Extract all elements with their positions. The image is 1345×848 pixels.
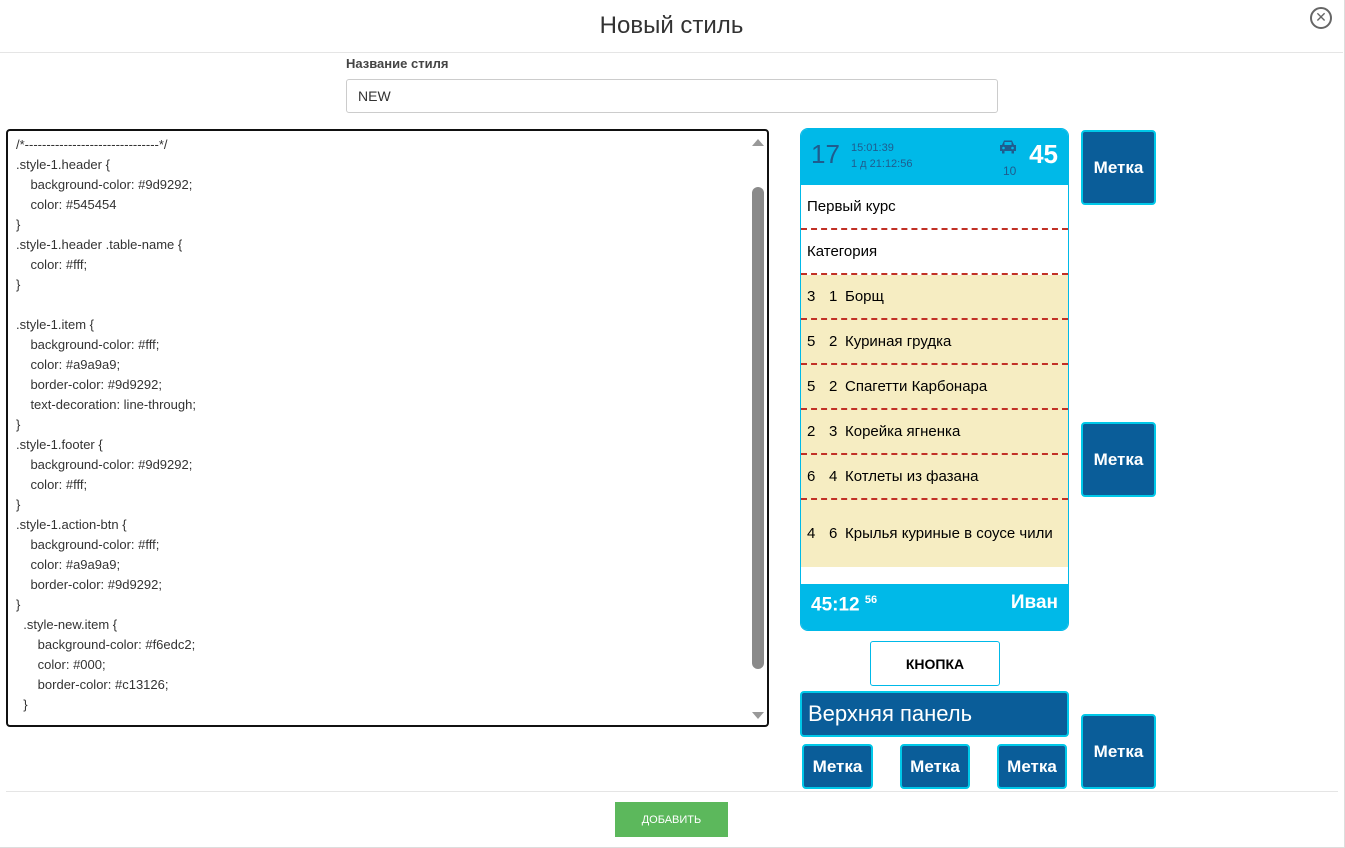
footer-divider [6,791,1338,792]
item-course: 6 [829,525,838,542]
tag-label[interactable]: Метка [1081,130,1156,205]
order-item[interactable]: 5 2 Куриная грудка [801,320,1068,365]
top-panel: Верхняя панель [800,691,1069,737]
item-name: Спагетти Карбонара [845,377,988,395]
add-button[interactable]: ДОБАВИТЬ [615,802,728,837]
car-icon [1000,140,1016,154]
tag-label[interactable]: Метка [802,744,873,789]
scroll-thumb[interactable] [752,187,764,669]
css-code-editor[interactable]: /*-----*/ /*----------------------------… [6,129,769,727]
item-course: 2 [829,333,838,350]
editor-scrollbar[interactable] [751,135,765,723]
scroll-up-icon[interactable] [752,139,764,146]
order-item[interactable]: 3 1 Борщ [801,275,1068,320]
category-label: Категория [807,242,878,260]
item-qty: 6 [807,468,816,485]
item-qty: 2 [807,423,816,440]
order-item[interactable]: 2 3 Корейка ягненка [801,410,1068,455]
item-course: 1 [829,288,838,305]
item-qty: 5 [807,333,816,350]
tag-label[interactable]: Метка [900,744,970,789]
footer-timer: 45:12 56 [811,594,877,616]
order-time: 15:01:39 [851,142,894,154]
item-name: Куриная грудка [845,332,952,350]
tag-label[interactable]: Метка [1081,422,1156,497]
scroll-down-icon[interactable] [752,712,764,719]
order-count: 45 [1029,139,1058,169]
css-code-text[interactable]: /*-----*/ /*----------------------------… [16,131,196,715]
modal-title: Новый стиль [599,12,744,39]
timer-seconds: 56 [864,594,878,606]
preview-button[interactable]: КНОПКА [870,641,1000,686]
tag-label[interactable]: Метка [1081,714,1156,789]
waiter-name: Иван [1010,592,1058,613]
table-number: 17 [811,139,840,169]
elapsed-time: 1 д 21:12:56 [851,158,913,170]
close-icon[interactable]: ✕ [1310,7,1332,29]
item-name: Борщ [845,287,884,305]
item-name: Крылья куриные в соусе чили [845,524,1053,542]
card-header: 17 15:01:39 1 д 21:12:56 10 45 [801,129,1068,185]
item-qty: 5 [807,378,816,395]
order-item[interactable]: 6 4 Котлеты из фазана [801,455,1068,500]
category-row: Категория [801,230,1068,275]
item-course: 4 [829,468,838,485]
item-name: Корейка ягненка [845,422,961,440]
item-qty: 3 [807,288,816,305]
card-footer: 45:12 56 Иван [801,584,1068,630]
modal-header: Новый стиль ✕ [0,0,1343,53]
car-count: 10 [1003,164,1017,178]
item-course: 2 [829,378,838,395]
order-item[interactable]: 5 2 Спагетти Карбонара [801,365,1068,410]
order-item[interactable]: 4 6 Крылья куриные в соусе чили [801,500,1068,567]
item-course: 3 [829,423,838,440]
course-row: Первый курс [801,185,1068,230]
card-body: Первый курс Категория 3 1 Борщ 5 2 Куриная г… [801,185,1068,567]
tag-label[interactable]: Метка [997,744,1067,789]
course-label: Первый курс [807,197,896,215]
style-name-input[interactable] [346,79,998,113]
item-qty: 4 [807,525,816,542]
timer-value: 45:12 [811,594,860,616]
style-name-label: Название стиля [346,56,449,71]
item-name: Котлеты из фазана [845,467,979,485]
new-style-modal: Новый стиль ✕ Название стиля /*-----*/ /… [0,0,1345,848]
order-preview-card: 17 15:01:39 1 д 21:12:56 10 45 Первый ку… [800,128,1069,631]
